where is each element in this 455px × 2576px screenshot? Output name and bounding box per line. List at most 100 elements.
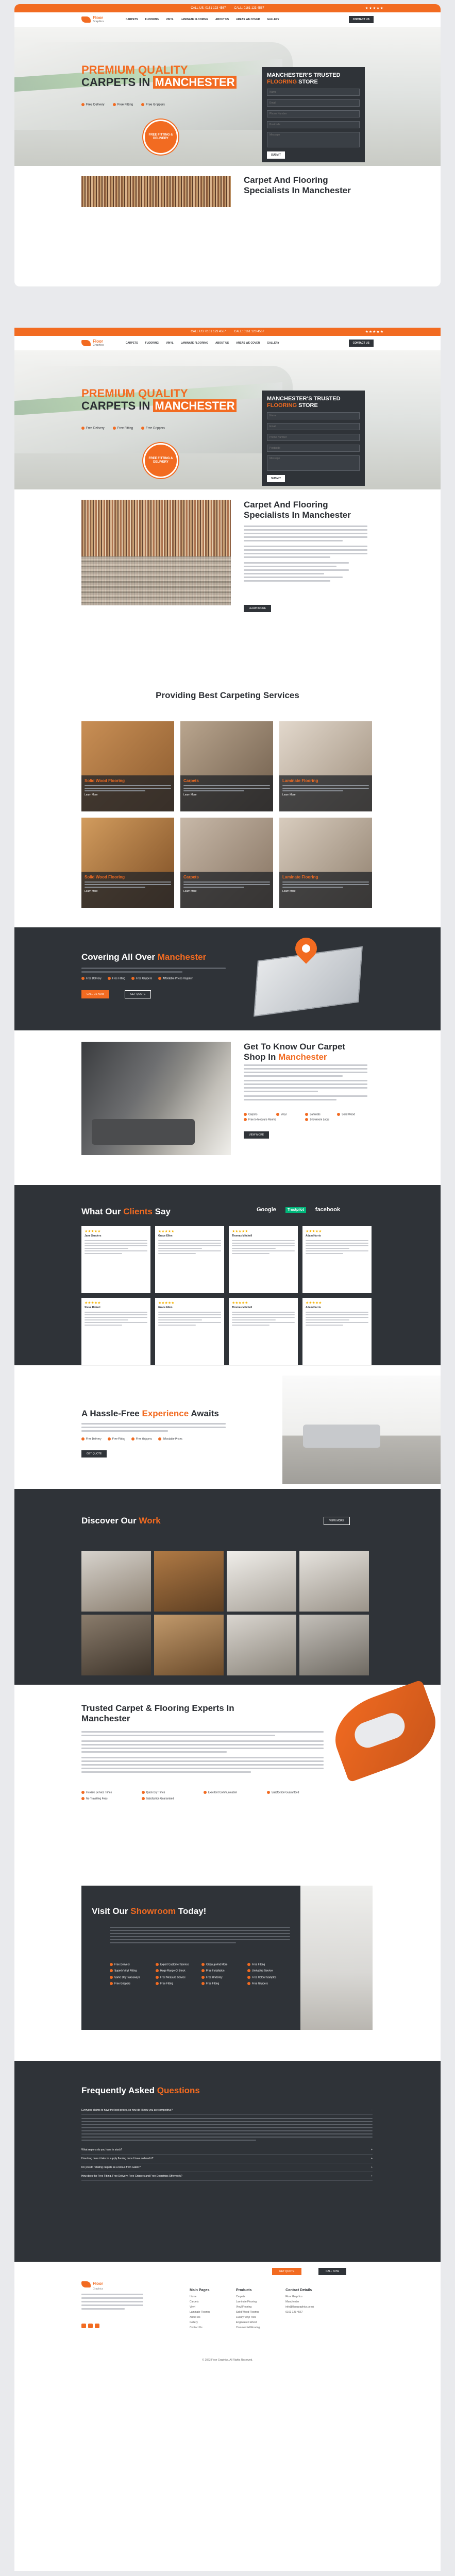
gallery-photo[interactable] (154, 1551, 224, 1612)
service-learn-more[interactable]: Learn More (183, 890, 270, 893)
footer-link[interactable]: Carpets (236, 2295, 260, 2298)
gallery-photo[interactable] (154, 1615, 224, 1675)
gallery-photo[interactable] (227, 1551, 296, 1612)
topbar-phone-2[interactable]: CALL: 0161 123 4567 (234, 330, 264, 333)
phone-field[interactable] (267, 110, 360, 118)
faq-question[interactable]: How does the Free Fitting, Free Delivery… (81, 2172, 373, 2181)
footer-link[interactable]: Contact Us (190, 2326, 210, 2329)
hero-title-in: IN (139, 399, 150, 413)
postcode-field[interactable] (267, 121, 360, 129)
footer-link[interactable]: Engineered Wood (236, 2321, 260, 2324)
hassle-check-label: Free Grippers (136, 1437, 152, 1441)
service-card[interactable]: Carpets Learn More (180, 818, 273, 908)
view-more-button[interactable]: VIEW MORE (244, 1131, 269, 1139)
nav-item-laminate[interactable]: LAMINATE FLOORING (181, 342, 208, 345)
nav-item-gallery[interactable]: GALLERY (267, 18, 279, 21)
service-card[interactable]: Solid Wood Flooring Learn More (81, 721, 174, 811)
submit-button[interactable]: SUBMIT (267, 475, 285, 483)
nav-item-areas[interactable]: AREAS WE COVER (236, 18, 260, 21)
trustpilot-logo[interactable]: Trustpilot (285, 1207, 306, 1213)
footer-link[interactable]: Gallery (190, 2321, 210, 2324)
nav-item-carpets[interactable]: CARPETS (126, 18, 138, 21)
gallery-photo[interactable] (81, 1551, 151, 1612)
footer-link[interactable]: Vinyl Flooring (236, 2306, 260, 2309)
service-card[interactable]: Laminate Flooring Learn More (279, 818, 372, 908)
view-more-button[interactable]: VIEW MORE (324, 1517, 350, 1525)
service-card[interactable]: Carpets Learn More (180, 721, 273, 811)
carousel-dots[interactable]: ● ● ● ● (231, 1358, 241, 1361)
nav-item-carpets[interactable]: CARPETS (126, 342, 138, 345)
shop-photo (81, 1042, 231, 1155)
footer-email-link[interactable]: info@floorgraphics.co.uk (285, 2306, 314, 2309)
twitter-icon[interactable] (95, 2324, 99, 2328)
email-field[interactable] (267, 99, 360, 107)
facebook-icon[interactable] (81, 2324, 86, 2328)
nav-item-gallery[interactable]: GALLERY (267, 342, 279, 345)
nav-item-vinyl[interactable]: VINYL (166, 342, 174, 345)
nav-item-areas[interactable]: AREAS WE COVER (236, 342, 260, 345)
work-heading-1: Discover Our (81, 1516, 137, 1526)
footer-link[interactable]: Home (190, 2295, 210, 2298)
hero-title-line1: PREMIUM QUALITY (81, 63, 188, 76)
service-card[interactable]: Laminate Flooring Learn More (279, 721, 372, 811)
footer-call-button[interactable]: CALL NOW (318, 2268, 346, 2275)
message-field[interactable] (267, 132, 360, 148)
gallery-photo[interactable] (299, 1551, 369, 1612)
topbar-phone[interactable]: CALL US: 0161 123 4567 (191, 7, 226, 10)
footer-phone-link[interactable]: 0161 123 4567 (285, 2311, 314, 2314)
check-icon (247, 1975, 250, 1979)
service-learn-more[interactable]: Learn More (183, 793, 270, 796)
learn-more-button[interactable]: LEARN MORE (244, 605, 272, 612)
site-logo[interactable]: Floor Graphics (81, 16, 104, 23)
name-field[interactable] (267, 89, 360, 96)
footer-logo[interactable]: Floor Graphics (81, 2278, 103, 2291)
showroom-check-label: Free Grippers (252, 1982, 268, 1986)
get-quote-button[interactable]: GET QUOTE (81, 1450, 107, 1458)
gallery-photo[interactable] (299, 1615, 369, 1675)
gallery-photo[interactable] (227, 1615, 296, 1675)
phone-field[interactable] (267, 434, 360, 442)
message-field[interactable] (267, 455, 360, 471)
faq-question[interactable]: How long does it take to supply flooring… (81, 2155, 373, 2163)
hassle-heading-1: A Hassle-Free (81, 1409, 140, 1418)
nav-item-flooring[interactable]: FLOORING (145, 342, 159, 345)
footer-link[interactable]: Vinyl (190, 2306, 210, 2309)
contact-button[interactable]: CONTACT US (348, 16, 374, 23)
postcode-field[interactable] (267, 445, 360, 452)
faq-question[interactable]: Do you do retailing carpets as a bonus f… (81, 2163, 373, 2172)
topbar-phone[interactable]: CALL US: 0161 123 4567 (191, 330, 226, 333)
service-learn-more[interactable]: Learn More (85, 890, 171, 893)
footer-link[interactable]: Commercial Flooring (236, 2326, 260, 2329)
nav-item-laminate[interactable]: LAMINATE FLOORING (181, 18, 208, 21)
footer-link[interactable]: Solid Wood Flooring (236, 2311, 260, 2314)
submit-button[interactable]: SUBMIT (267, 151, 285, 159)
facebook-logo[interactable]: facebook (315, 1207, 340, 1213)
email-field[interactable] (267, 423, 360, 431)
gallery-photo[interactable] (81, 1615, 151, 1675)
nav-item-about[interactable]: ABOUT US (215, 18, 229, 21)
topbar-phone-2[interactable]: CALL: 0161 123 4567 (234, 7, 264, 10)
call-us-button[interactable]: CALL US NOW (81, 990, 110, 998)
faq-question[interactable]: What regions do you have in stock? + (81, 2146, 373, 2155)
service-learn-more[interactable]: Learn More (85, 793, 171, 796)
faq-heading: Frequently Asked Questions (81, 2086, 200, 2096)
instagram-icon[interactable] (88, 2324, 93, 2328)
nav-item-flooring[interactable]: FLOORING (145, 18, 159, 21)
nav-item-about[interactable]: ABOUT US (215, 342, 229, 345)
get-quote-button[interactable]: GET QUOTE (125, 990, 151, 998)
google-logo[interactable]: Google (257, 1207, 276, 1213)
footer-link[interactable]: About Us (190, 2316, 210, 2319)
faq-question[interactable]: Everyone claims to have the best prices,… (81, 2106, 373, 2115)
contact-button[interactable]: CONTACT US (348, 340, 374, 347)
site-logo[interactable]: Floor Graphics (81, 340, 104, 347)
service-learn-more[interactable]: Learn More (282, 793, 369, 796)
name-field[interactable] (267, 412, 360, 420)
footer-link[interactable]: Luxury Vinyl Tiles (236, 2316, 260, 2319)
footer-link[interactable]: Laminate Flooring (190, 2311, 210, 2314)
footer-quote-button[interactable]: GET QUOTE (272, 2268, 302, 2275)
footer-link[interactable]: Carpets (190, 2300, 210, 2303)
footer-link[interactable]: Laminate Flooring (236, 2300, 260, 2303)
service-learn-more[interactable]: Learn More (282, 890, 369, 893)
service-card[interactable]: Solid Wood Flooring Learn More (81, 818, 174, 908)
nav-item-vinyl[interactable]: VINYL (166, 18, 174, 21)
